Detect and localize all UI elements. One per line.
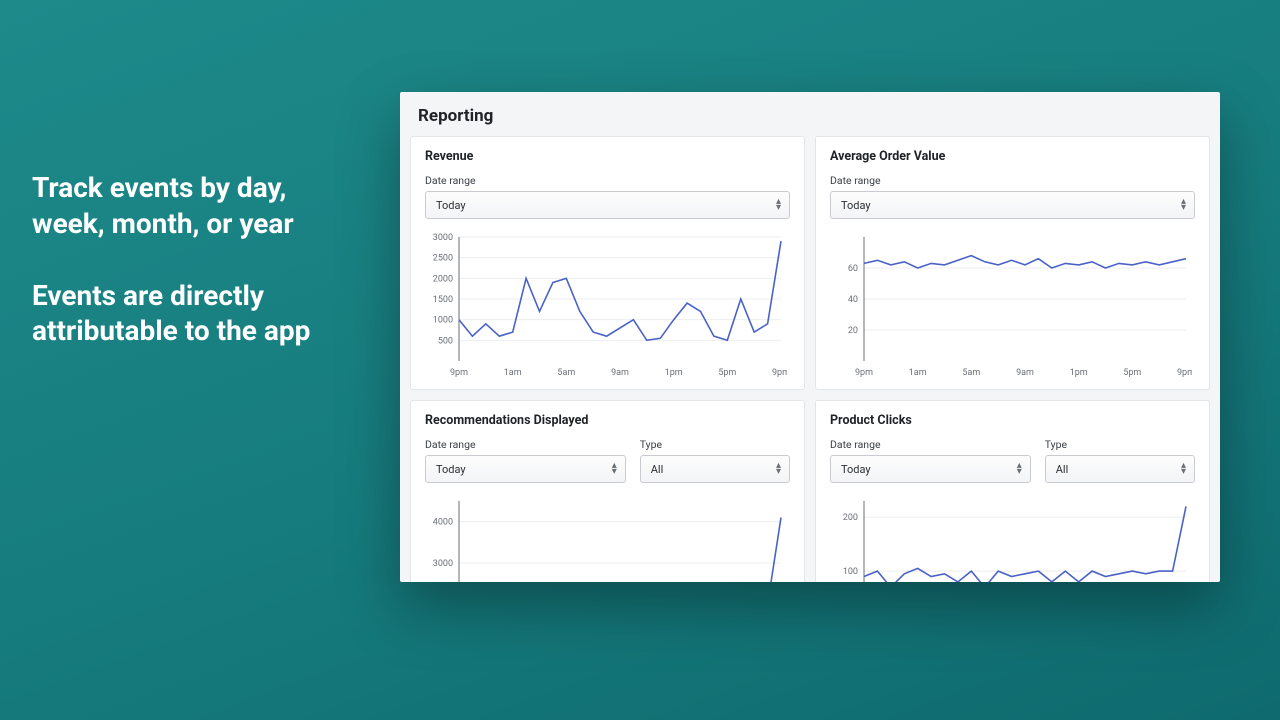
chevron-updown-icon: ▴▾ [612, 463, 617, 475]
svg-text:9am: 9am [611, 368, 629, 378]
date-range-label: Date range [830, 174, 1195, 187]
svg-text:9pm: 9pm [450, 368, 468, 378]
type-label: Type [640, 438, 790, 451]
svg-text:4000: 4000 [433, 518, 453, 528]
svg-text:5pm: 5pm [718, 368, 736, 378]
date-range-label: Date range [425, 438, 626, 451]
svg-text:200: 200 [843, 513, 858, 523]
revenue-chart: 500 1000 1500 2000 2500 3000 9pm 1am 5am 9am 1pm 5p… [425, 231, 790, 381]
card-clicks: Product Clicks Date range Today ▴▾ Type … [815, 400, 1210, 582]
svg-text:40: 40 [848, 295, 858, 305]
svg-text:5am: 5am [557, 368, 575, 378]
aov-date-range-select[interactable]: Today ▴▾ [830, 191, 1195, 219]
chevron-updown-icon: ▴▾ [1017, 463, 1022, 475]
card-revenue-title: Revenue [425, 149, 790, 164]
svg-text:5pm: 5pm [1123, 368, 1141, 378]
select-value: Today [436, 199, 466, 212]
card-revenue: Revenue Date range Today ▴▾ 500 1000 1500 2… [410, 136, 805, 390]
card-recs: Recommendations Displayed Date range Tod… [410, 400, 805, 582]
card-clicks-title: Product Clicks [830, 413, 1195, 428]
select-value: Today [841, 463, 871, 476]
svg-text:3000: 3000 [433, 233, 453, 243]
cards-grid: Revenue Date range Today ▴▾ 500 1000 1500 2… [400, 136, 1220, 582]
chevron-updown-icon: ▴▾ [1181, 199, 1186, 211]
select-value: Today [841, 199, 871, 212]
select-value: All [651, 463, 664, 476]
chevron-updown-icon: ▴▾ [1181, 463, 1186, 475]
svg-text:1am: 1am [504, 368, 522, 378]
select-value: All [1056, 463, 1069, 476]
svg-text:9pm: 9pm [772, 368, 787, 378]
type-label: Type [1045, 438, 1195, 451]
date-range-label: Date range [830, 438, 1031, 451]
select-value: Today [436, 463, 466, 476]
svg-text:9am: 9am [1016, 368, 1034, 378]
svg-text:1000: 1000 [433, 316, 453, 326]
card-aov: Average Order Value Date range Today ▴▾ … [815, 136, 1210, 390]
promo-line-1: Track events by day, week, month, or yea… [32, 170, 362, 242]
reporting-panel: Reporting Revenue Date range Today ▴▾ 50… [400, 92, 1220, 582]
svg-text:500: 500 [438, 336, 453, 346]
chevron-updown-icon: ▴▾ [776, 199, 781, 211]
svg-text:1am: 1am [909, 368, 927, 378]
svg-text:1pm: 1pm [665, 368, 683, 378]
svg-text:5am: 5am [962, 368, 980, 378]
marketing-slide: Track events by day, week, month, or yea… [0, 0, 1280, 720]
svg-text:3000: 3000 [433, 559, 453, 569]
svg-text:20: 20 [848, 326, 858, 336]
svg-text:9pm: 9pm [855, 368, 873, 378]
promo-line-2: Events are directly attributable to the … [32, 278, 362, 350]
recs-date-range-select[interactable]: Today ▴▾ [425, 455, 626, 483]
svg-text:60: 60 [848, 264, 858, 274]
aov-chart: 20 40 60 9pm 1am 5am 9am 1pm 5pm 9pm [830, 231, 1195, 381]
date-range-label: Date range [425, 174, 790, 187]
svg-text:100: 100 [843, 567, 858, 577]
svg-text:9pm: 9pm [1177, 368, 1192, 378]
promo-copy: Track events by day, week, month, or yea… [32, 170, 362, 385]
clicks-date-range-select[interactable]: Today ▴▾ [830, 455, 1031, 483]
svg-text:2500: 2500 [433, 254, 453, 264]
recs-type-select[interactable]: All ▴▾ [640, 455, 790, 483]
recs-chart: 2000300040009pm1am5am9am1pm5pm9pm [425, 495, 790, 582]
svg-text:1500: 1500 [433, 295, 453, 305]
svg-text:2000: 2000 [433, 274, 453, 284]
chevron-updown-icon: ▴▾ [776, 463, 781, 475]
card-recs-title: Recommendations Displayed [425, 413, 790, 428]
revenue-date-range-select[interactable]: Today ▴▾ [425, 191, 790, 219]
page-title: Reporting [400, 92, 1220, 136]
svg-text:1pm: 1pm [1070, 368, 1088, 378]
clicks-chart: 1002009pm1am5am9am1pm5pm9pm [830, 495, 1195, 582]
card-aov-title: Average Order Value [830, 149, 1195, 164]
clicks-type-select[interactable]: All ▴▾ [1045, 455, 1195, 483]
